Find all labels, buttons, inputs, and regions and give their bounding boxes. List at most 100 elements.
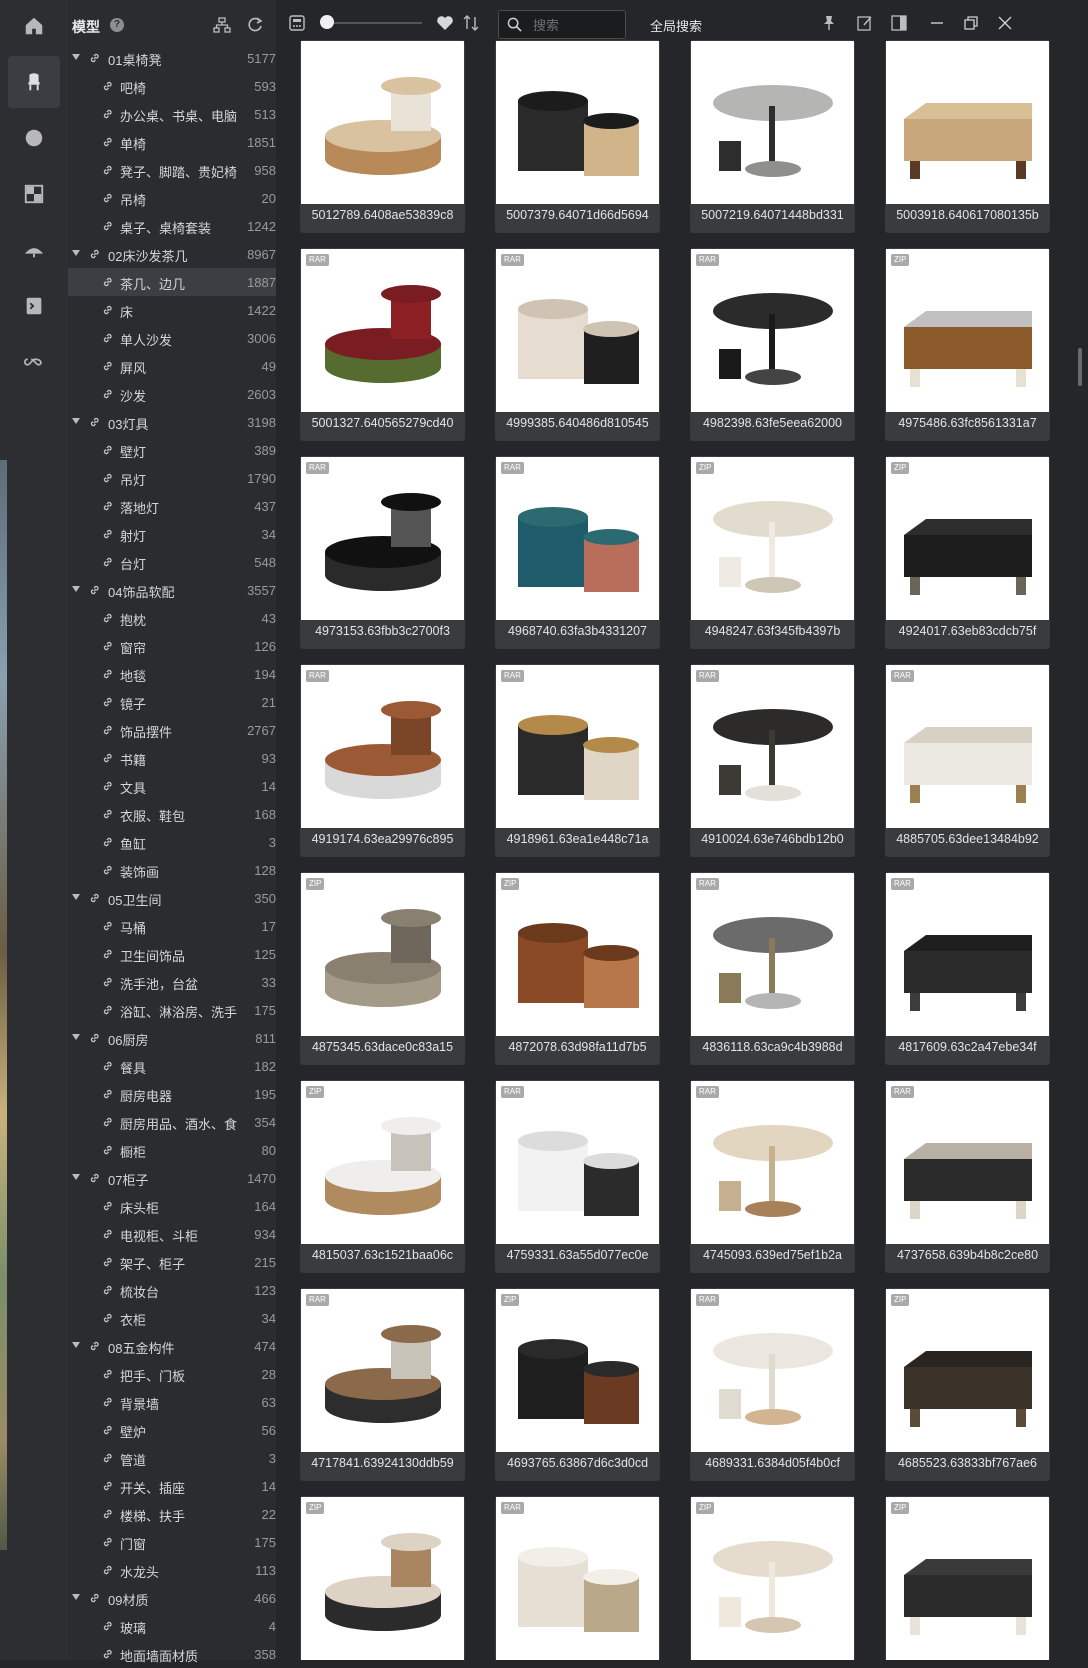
tree-item[interactable]: 屏风 49 <box>68 352 276 380</box>
model-card[interactable]: ZIP 4948247.63f345fb4397b <box>690 456 855 649</box>
sort-icon[interactable] <box>462 14 480 32</box>
tree-item[interactable]: 浴缸、淋浴房、洗手 175 <box>68 996 276 1024</box>
model-thumbnail[interactable] <box>496 41 659 204</box>
search-input[interactable] <box>531 15 623 36</box>
tree-category[interactable]: 01桌椅凳 5177 <box>68 44 276 72</box>
model-card[interactable]: RAR 4885705.63dee13484b92 <box>885 664 1050 857</box>
chevron-down-icon[interactable] <box>72 1034 80 1040</box>
model-card[interactable]: RAR 4910024.63e746bdb12b0 <box>690 664 855 857</box>
model-card[interactable]: RAR 5001327.640565279cd40 <box>300 248 465 441</box>
panel-toggle-icon[interactable] <box>890 14 908 32</box>
tree-item[interactable]: 窗帘 126 <box>68 632 276 660</box>
close-icon[interactable] <box>996 14 1014 32</box>
model-thumbnail[interactable] <box>301 41 464 204</box>
tree-item[interactable]: 地面墙面材质 358 <box>68 1640 276 1668</box>
tree-item[interactable]: 玻璃 4 <box>68 1612 276 1640</box>
tree-item[interactable]: 办公桌、书桌、电脑 513 <box>68 100 276 128</box>
model-card[interactable]: 5007379.64071d66d5694 <box>495 40 660 233</box>
model-card[interactable]: ZIP 4815037.63c1521baa06c <box>300 1080 465 1273</box>
chevron-down-icon[interactable] <box>72 418 80 424</box>
model-thumbnail[interactable]: RAR <box>886 665 1049 828</box>
global-search-button[interactable]: 全局搜索 <box>650 16 702 35</box>
tree-category[interactable]: 07柜子 1470 <box>68 1164 276 1192</box>
model-thumbnail[interactable]: RAR <box>301 1289 464 1452</box>
model-thumbnail[interactable]: ZIP <box>301 1081 464 1244</box>
thumbnail-size-slider[interactable] <box>326 22 422 24</box>
chair-icon[interactable] <box>8 56 60 108</box>
tree-item[interactable]: 台灯 548 <box>68 548 276 576</box>
model-thumbnail[interactable]: RAR <box>496 249 659 412</box>
tree-item[interactable]: 马桶 17 <box>68 912 276 940</box>
calculator-icon[interactable] <box>288 14 306 32</box>
model-card[interactable]: RAR 4717841.63924130ddb59 <box>300 1288 465 1481</box>
tree-item[interactable]: 地毯 194 <box>68 660 276 688</box>
model-thumbnail[interactable]: RAR <box>301 457 464 620</box>
model-card[interactable]: 5007219.64071448bd331 <box>690 40 855 233</box>
tree-item[interactable]: 落地灯 437 <box>68 492 276 520</box>
tree-item[interactable]: 卫生间饰品 125 <box>68 940 276 968</box>
tree-item[interactable]: 单人沙发 3006 <box>68 324 276 352</box>
model-card[interactable]: RAR 4973153.63fbb3c2700f3 <box>300 456 465 649</box>
chevron-down-icon[interactable] <box>72 1342 80 1348</box>
tree-item[interactable]: 开关、插座 14 <box>68 1472 276 1500</box>
tree-item[interactable]: 衣柜 34 <box>68 1304 276 1332</box>
checker-icon[interactable] <box>8 168 60 220</box>
model-thumbnail[interactable] <box>691 41 854 204</box>
model-thumbnail[interactable]: RAR <box>691 665 854 828</box>
tree-category[interactable]: 08五金构件 474 <box>68 1332 276 1360</box>
tree-category[interactable]: 02床沙发茶几 8967 <box>68 240 276 268</box>
tree-item[interactable]: 把手、门板 28 <box>68 1360 276 1388</box>
tree-item[interactable]: 桌子、桌椅套装 1242 <box>68 212 276 240</box>
tree-item[interactable]: 衣服、鞋包 168 <box>68 800 276 828</box>
tree-item[interactable]: 壁炉 56 <box>68 1416 276 1444</box>
model-card[interactable]: RAR 4982398.63fe5eea62000 <box>690 248 855 441</box>
chevron-down-icon[interactable] <box>72 1594 80 1600</box>
chevron-down-icon[interactable] <box>72 250 80 256</box>
tree-category[interactable]: 03灯具 3198 <box>68 408 276 436</box>
infinity-icon[interactable] <box>8 336 60 388</box>
tree-item[interactable]: 架子、柜子 215 <box>68 1248 276 1276</box>
tree-item[interactable]: 茶几、边几 1887 <box>68 268 276 296</box>
model-card[interactable]: ZIP 4975486.63fc8561331a7 <box>885 248 1050 441</box>
model-card[interactable]: 5012789.6408ae53839c8 <box>300 40 465 233</box>
model-card[interactable]: ZIP 4872078.63d98fa11d7b5 <box>495 872 660 1065</box>
model-card[interactable]: ZIP4653845.6372b4fde7558 <box>300 1496 465 1660</box>
tree-item[interactable]: 射灯 34 <box>68 520 276 548</box>
model-thumbnail[interactable]: RAR <box>886 873 1049 1036</box>
chevron-down-icon[interactable] <box>72 54 80 60</box>
model-thumbnail[interactable]: RAR <box>496 1081 659 1244</box>
script-icon[interactable] <box>8 280 60 332</box>
tree-item[interactable]: 餐具 182 <box>68 1052 276 1080</box>
model-thumbnail[interactable]: ZIP <box>301 1497 464 1660</box>
tree-item[interactable]: 厨房电器 195 <box>68 1080 276 1108</box>
model-thumbnail[interactable]: ZIP <box>301 873 464 1036</box>
model-thumbnail[interactable]: RAR <box>301 665 464 828</box>
model-card[interactable]: ZIP4600764.6359083e97aec <box>885 1496 1050 1660</box>
tree-item[interactable]: 床 1422 <box>68 296 276 324</box>
tree-item[interactable]: 鱼缸 3 <box>68 828 276 856</box>
model-thumbnail[interactable]: RAR <box>496 457 659 620</box>
model-thumbnail[interactable]: ZIP <box>691 1497 854 1660</box>
tree-item[interactable]: 饰品摆件 2767 <box>68 716 276 744</box>
model-card[interactable]: RAR 4999385.640486d810545 <box>495 248 660 441</box>
heart-icon[interactable] <box>436 14 454 32</box>
home-icon[interactable] <box>8 0 60 52</box>
model-thumbnail[interactable] <box>886 41 1049 204</box>
tree-item[interactable]: 吧椅 593 <box>68 72 276 100</box>
model-card[interactable]: RAR 4968740.63fa3b4331207 <box>495 456 660 649</box>
model-card[interactable]: RAR4602262.6359a7e7158c9 <box>495 1496 660 1660</box>
model-thumbnail[interactable]: RAR <box>691 249 854 412</box>
tree-item[interactable]: 背景墙 63 <box>68 1388 276 1416</box>
tree-category[interactable]: 09材质 466 <box>68 1584 276 1612</box>
tree-item[interactable]: 洗手池，台盆 33 <box>68 968 276 996</box>
tree-item[interactable]: 装饰画 128 <box>68 856 276 884</box>
model-thumbnail[interactable]: ZIP <box>496 873 659 1036</box>
tree-item[interactable]: 门窗 175 <box>68 1528 276 1556</box>
model-card[interactable]: RAR 4745093.639ed75ef1b2a <box>690 1080 855 1273</box>
model-card[interactable]: RAR 4919174.63ea29976c895 <box>300 664 465 857</box>
slider-handle[interactable] <box>320 15 334 29</box>
model-thumbnail[interactable]: RAR <box>691 1081 854 1244</box>
sphere-icon[interactable] <box>8 112 60 164</box>
chevron-down-icon[interactable] <box>72 894 80 900</box>
tree-item[interactable]: 管道 3 <box>68 1444 276 1472</box>
